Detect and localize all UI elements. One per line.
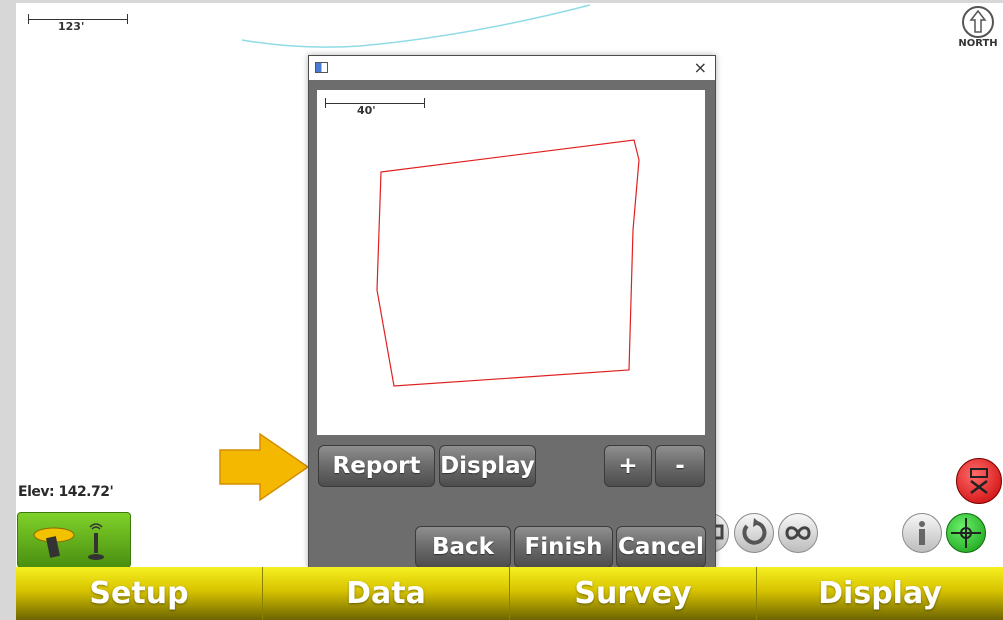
rotate-icon[interactable]: [734, 513, 774, 553]
bottom-nav: Setup Data Survey Display: [16, 567, 1003, 620]
tab-setup[interactable]: Setup: [16, 567, 263, 620]
stop-icon[interactable]: [956, 458, 1002, 504]
back-button[interactable]: Back: [415, 526, 511, 568]
tab-data[interactable]: Data: [263, 567, 510, 620]
orange-pointer-arrow: [219, 432, 310, 502]
info-icon[interactable]: [902, 513, 942, 553]
zoom-in-button[interactable]: +: [604, 445, 652, 487]
surveyed-polygon: [376, 139, 640, 387]
zoom-out-button[interactable]: -: [655, 445, 705, 487]
polygon-svg: [376, 139, 640, 387]
close-icon[interactable]: ×: [694, 58, 707, 77]
report-button[interactable]: Report: [318, 445, 435, 487]
polygon-preview-canvas[interactable]: 40': [317, 90, 705, 435]
north-indicator[interactable]: NORTH: [956, 6, 1000, 49]
map-scale-label: 123': [58, 20, 85, 33]
area-preview-dialog: × 40' Report Display + - Back Finish Can…: [308, 55, 716, 570]
tab-survey[interactable]: Survey: [510, 567, 757, 620]
crosshair-icon[interactable]: [946, 513, 986, 553]
gps-receiver-icon[interactable]: [17, 512, 131, 568]
app-icon: [315, 62, 328, 73]
tab-display[interactable]: Display: [757, 567, 1003, 620]
map-view[interactable]: 123' NORTH Elev: 142.72' × 40' Report Di…: [0, 0, 1003, 620]
cancel-button[interactable]: Cancel: [616, 526, 706, 568]
dialog-titlebar: ×: [309, 56, 715, 80]
infinity-icon[interactable]: [778, 513, 818, 553]
display-button[interactable]: Display: [439, 445, 536, 487]
finish-button[interactable]: Finish: [514, 526, 613, 568]
map-road-line: [241, 4, 591, 48]
north-arrow-icon: [962, 6, 994, 38]
elevation-readout: Elev: 142.72': [18, 484, 114, 500]
north-label: NORTH: [958, 38, 998, 49]
